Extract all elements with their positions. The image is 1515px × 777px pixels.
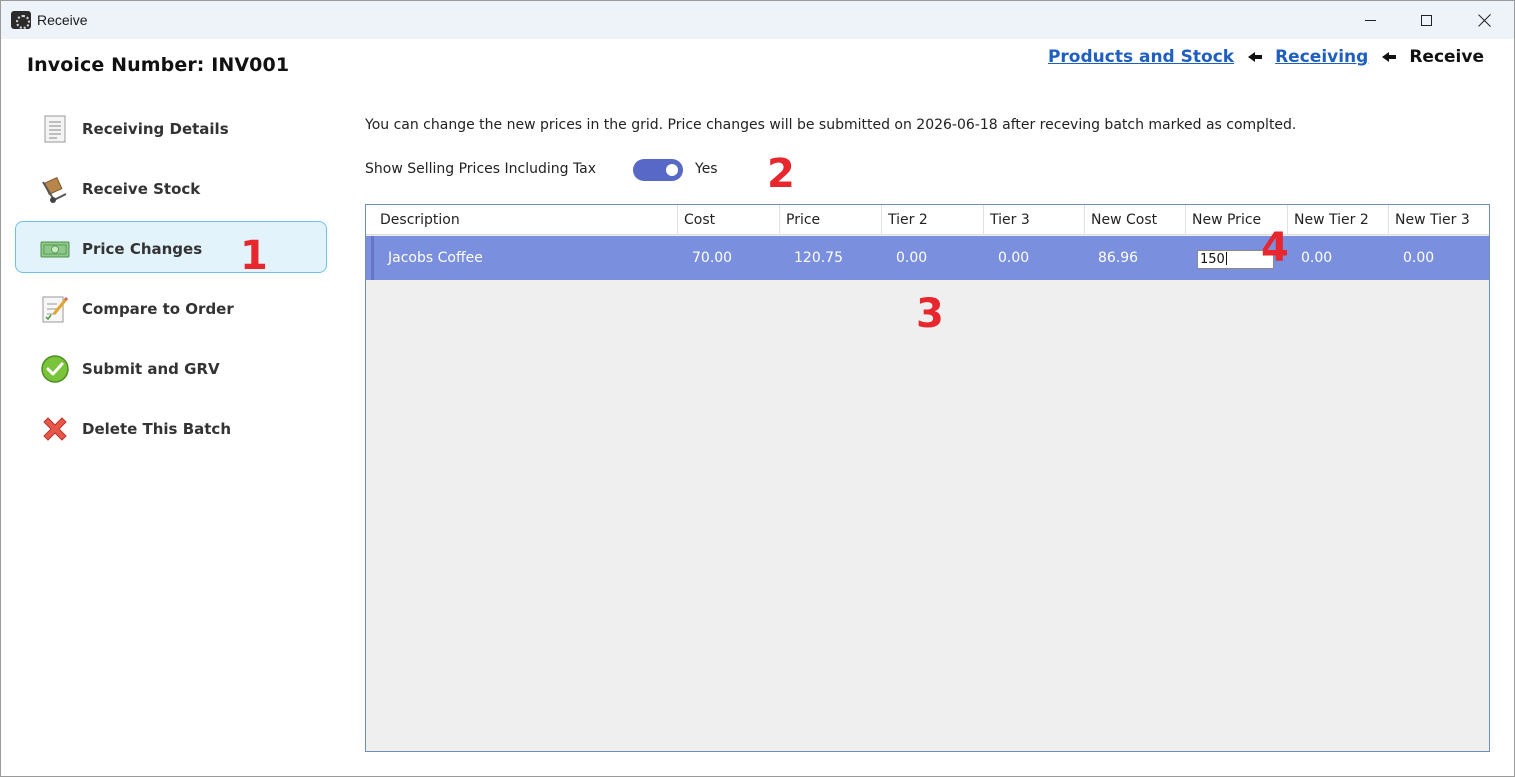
sidebar-item-delete-this-batch[interactable]: Delete This Batch (15, 401, 327, 453)
row-selection-indicator (371, 236, 374, 280)
maximize-button[interactable] (1397, 1, 1455, 39)
column-header-new-tier-3[interactable]: New Tier 3 (1388, 205, 1489, 235)
text-caret (1225, 252, 1227, 265)
sidebar-item-compare-to-order[interactable]: Compare to Order (15, 281, 327, 333)
sidebar-item-label: Delete This Batch (82, 420, 232, 438)
column-header-price[interactable]: Price (779, 205, 881, 235)
annotation-3: 3 (916, 291, 944, 337)
cell-price[interactable]: 120.75 (794, 236, 843, 280)
column-header-description[interactable]: Description (366, 205, 677, 235)
sidebar-item-label: Receive Stock (82, 180, 201, 198)
new-price-value: 150 (1200, 252, 1225, 267)
sidebar-item-label: Receiving Details (82, 120, 229, 138)
cell-new-tier-2[interactable]: 0.00 (1301, 236, 1332, 280)
cell-tier-3[interactable]: 0.00 (998, 236, 1029, 280)
column-header-cost[interactable]: Cost (677, 205, 779, 235)
price-changes-grid[interactable]: Description Cost Price Tier 2 Tier 3 New… (365, 204, 1490, 752)
breadcrumb-receiving[interactable]: Receiving (1275, 47, 1368, 67)
column-header-new-cost[interactable]: New Cost (1084, 205, 1185, 235)
column-header-new-tier-2[interactable]: New Tier 2 (1287, 205, 1388, 235)
check-circle-icon (41, 355, 69, 383)
app-icon (11, 11, 31, 29)
sidebar-item-label: Compare to Order (82, 300, 234, 318)
annotation-1: 1 (240, 233, 268, 279)
arrow-left-icon (1248, 52, 1263, 62)
cell-new-tier-3[interactable]: 0.00 (1403, 236, 1434, 280)
tax-toggle-switch[interactable] (633, 159, 683, 181)
price-change-info-text: You can change the new prices in the gri… (365, 117, 1297, 133)
sidebar-item-price-changes[interactable]: Price Changes (15, 221, 327, 273)
close-icon (1478, 14, 1491, 27)
sidebar-item-label: Price Changes (82, 240, 203, 258)
sidebar-item-receive-stock[interactable]: Receive Stock (15, 161, 327, 213)
arrow-left-icon (1382, 52, 1397, 62)
invoice-number: Invoice Number: INV001 (27, 54, 290, 76)
cell-new-cost[interactable]: 86.96 (1098, 236, 1138, 280)
title-bar[interactable]: Receive (1, 1, 1514, 39)
document-icon (44, 115, 66, 143)
cell-cost[interactable]: 70.00 (692, 236, 732, 280)
minimize-button[interactable] (1341, 1, 1399, 39)
cell-tier-2[interactable]: 0.00 (896, 236, 927, 280)
sidebar-item-receiving-details[interactable]: Receiving Details (15, 101, 327, 153)
banknote-icon (40, 241, 70, 258)
tax-toggle-state: Yes (695, 161, 718, 177)
receive-window: Receive Invoice Number: INV001 Products … (0, 0, 1515, 777)
sidebar-item-submit-and-grv[interactable]: Submit and GRV (15, 341, 327, 393)
sidebar-item-label: Submit and GRV (82, 360, 220, 378)
annotation-2: 2 (767, 151, 795, 197)
checklist-pencil-icon (42, 296, 69, 323)
breadcrumb: Products and Stock Receiving Receive (1048, 47, 1484, 67)
maximize-icon (1420, 14, 1432, 26)
cell-description[interactable]: Jacobs Coffee (388, 236, 483, 280)
column-header-tier-2[interactable]: Tier 2 (881, 205, 983, 235)
tax-toggle-label: Show Selling Prices Including Tax (365, 161, 597, 177)
hand-truck-icon (42, 176, 67, 203)
minimize-icon (1364, 19, 1376, 21)
column-header-tier-3[interactable]: Tier 3 (983, 205, 1084, 235)
table-row[interactable]: Jacobs Coffee 70.00 120.75 0.00 0.00 86.… (366, 236, 1489, 280)
red-x-icon (43, 417, 67, 441)
close-button[interactable] (1455, 1, 1513, 39)
sidebar: Receiving Details Receive Stock Price Ch… (15, 101, 327, 461)
window-title: Receive (37, 12, 88, 28)
toggle-knob (666, 164, 678, 176)
grid-header: Description Cost Price Tier 2 Tier 3 New… (366, 205, 1489, 235)
breadcrumb-receive: Receive (1409, 47, 1484, 67)
breadcrumb-products-and-stock[interactable]: Products and Stock (1048, 47, 1234, 67)
annotation-4: 4 (1261, 225, 1289, 271)
